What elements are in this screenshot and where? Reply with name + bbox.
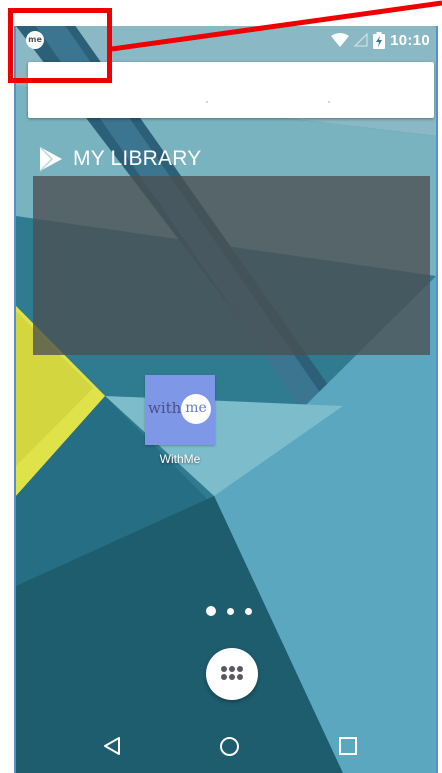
phone-screen: me 10:10 MY LIBRARY with me WithMe (14, 26, 438, 773)
wifi-icon (331, 33, 350, 47)
app-label: WithMe (159, 452, 201, 466)
library-widget-header[interactable]: MY LIBRARY (38, 146, 201, 172)
withme-icon-with-text: with (148, 399, 182, 417)
navigation-bar (16, 722, 436, 773)
signal-icon (354, 33, 368, 47)
withme-app-icon[interactable]: with me (145, 375, 215, 445)
library-widget-area[interactable] (33, 176, 430, 355)
status-icons: 10:10 (331, 29, 430, 51)
status-clock: 10:10 (390, 31, 430, 49)
home-icon[interactable] (219, 736, 240, 757)
play-store-icon (39, 146, 62, 172)
back-icon[interactable] (102, 736, 122, 756)
search-bar-dot (206, 101, 208, 103)
battery-charging-icon (373, 31, 386, 49)
search-bar-dot (328, 101, 330, 103)
library-title: MY LIBRARY (73, 147, 202, 170)
app-drawer-icon (221, 666, 243, 680)
app-drawer-button[interactable] (206, 648, 258, 700)
withme-icon-me-circle: me (181, 394, 211, 424)
page-indicator (227, 608, 234, 615)
annotation-highlight-box (8, 8, 112, 83)
app-shortcut-withme[interactable]: with me WithMe (138, 375, 222, 466)
page-indicator (245, 608, 252, 615)
recents-icon[interactable] (338, 736, 358, 756)
page-indicator-active (206, 606, 216, 616)
